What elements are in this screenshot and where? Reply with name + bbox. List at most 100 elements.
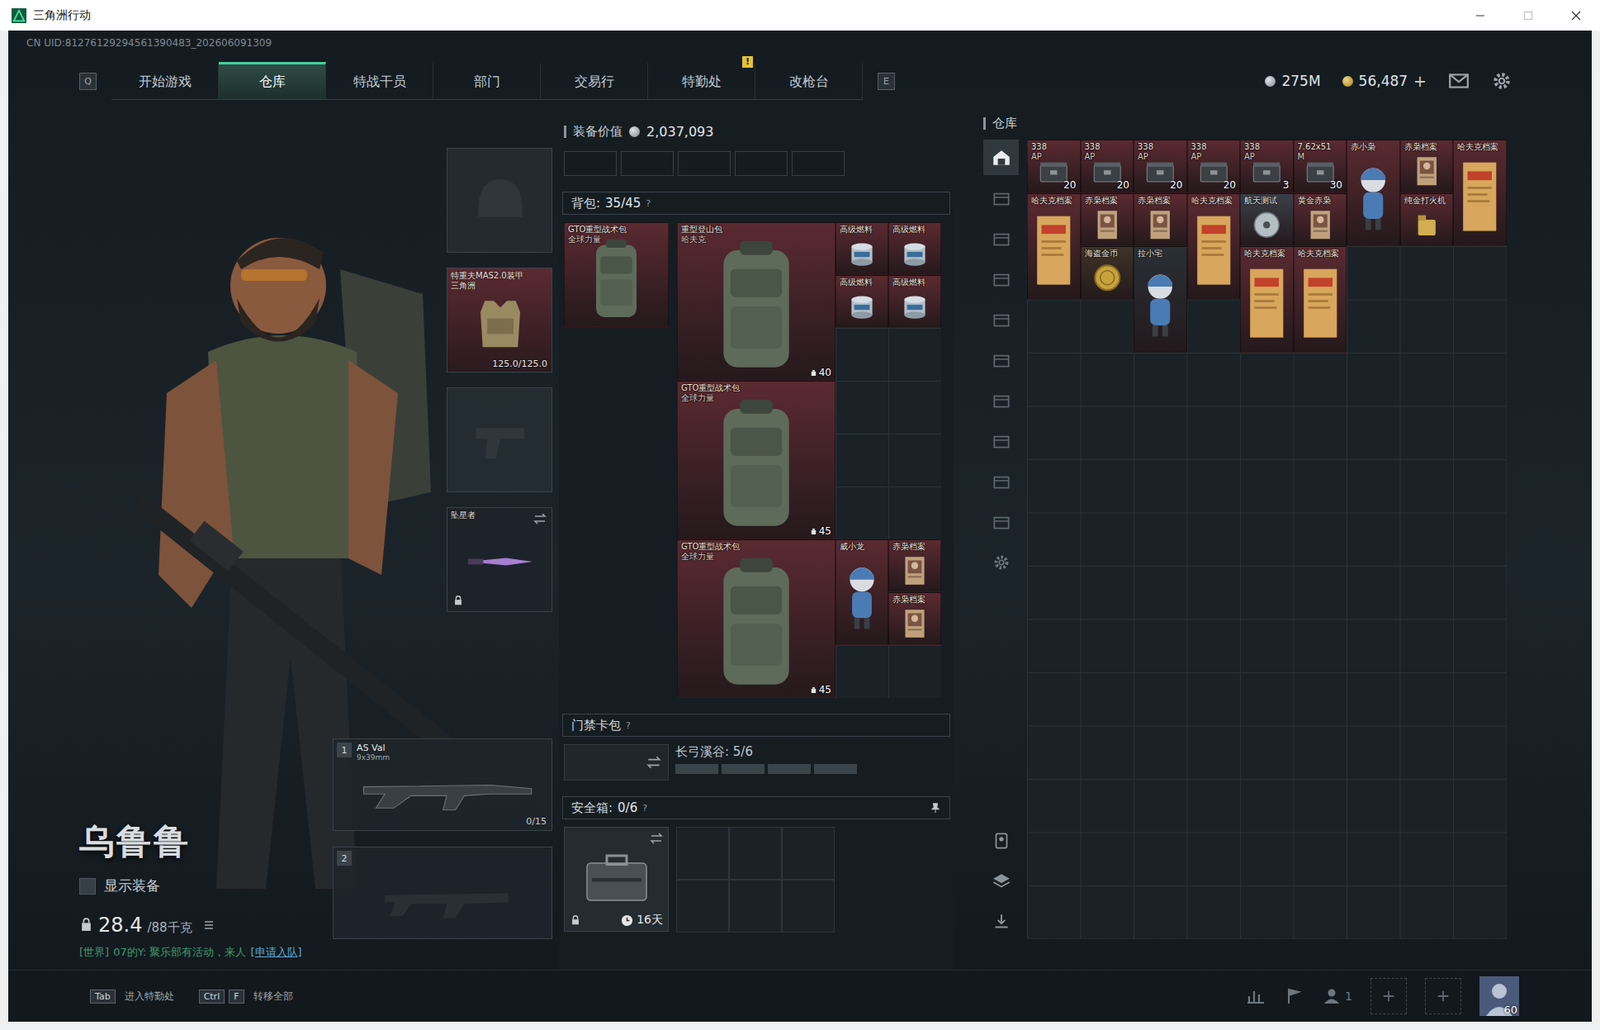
- help-button[interactable]: ?: [645, 198, 651, 209]
- flag-icon[interactable]: [1283, 985, 1304, 1006]
- sidebar-button[interactable]: [983, 382, 1019, 418]
- inventory-item[interactable]: 威小龙: [835, 539, 889, 645]
- inventory-item[interactable]: 黄金赤枭: [1293, 193, 1348, 247]
- sidebar-button[interactable]: [983, 341, 1019, 378]
- helmet-slot[interactable]: [446, 147, 553, 253]
- inventory-item[interactable]: 高级燃料: [835, 222, 889, 275]
- inventory-item[interactable]: 哈夫克档案: [1240, 246, 1294, 353]
- sidebar-button[interactable]: [983, 260, 1019, 297]
- inventory-item[interactable]: 赤枭档案: [888, 591, 942, 645]
- key-hint[interactable]: Tab进入特勤处: [89, 989, 175, 1004]
- help-button[interactable]: ?: [642, 802, 648, 814]
- swap-icon[interactable]: [649, 831, 663, 845]
- inventory-item[interactable]: 赤枭档案: [888, 539, 942, 592]
- mail-icon[interactable]: [1448, 70, 1470, 92]
- quick-slot[interactable]: [677, 151, 731, 176]
- quick-slot[interactable]: [734, 151, 788, 176]
- pistol-slot[interactable]: [446, 387, 553, 493]
- help-button[interactable]: ?: [625, 719, 631, 731]
- secure-case-cell[interactable]: [676, 826, 729, 880]
- inventory-item[interactable]: 赤枭档案: [1400, 139, 1454, 194]
- keycard-mark[interactable]: [767, 763, 811, 774]
- inventory-item[interactable]: 高级燃料: [888, 222, 942, 275]
- sidebar-button[interactable]: [983, 544, 1019, 580]
- key-hint[interactable]: CtrlF转移全部: [198, 989, 294, 1004]
- swap-icon[interactable]: [533, 511, 547, 526]
- quick-slot[interactable]: [620, 151, 674, 176]
- nav-tab[interactable]: 交易行: [540, 61, 649, 100]
- keycard-mark[interactable]: [721, 763, 765, 774]
- show-gear-toggle[interactable]: 显示装备: [79, 875, 333, 895]
- inventory-item[interactable]: 哈夫克档案: [1293, 246, 1348, 353]
- keycard-case-slot[interactable]: [563, 743, 669, 781]
- invite-slot[interactable]: [1370, 977, 1407, 1014]
- keycard-mark[interactable]: [675, 763, 719, 774]
- secure-case-cell[interactable]: [781, 826, 835, 880]
- minimize-button[interactable]: [1456, 0, 1505, 31]
- sidebar-button[interactable]: [983, 139, 1019, 176]
- inventory-item[interactable]: 赤枭档案: [1080, 193, 1135, 247]
- pin-icon[interactable]: [929, 801, 942, 814]
- sidebar-button[interactable]: [983, 220, 1019, 256]
- inventory-item[interactable]: 338AP20: [1027, 139, 1081, 194]
- secure-case-cell[interactable]: [728, 879, 782, 933]
- sidebar-tool-button[interactable]: [983, 862, 1019, 899]
- inventory-item[interactable]: 哈夫克档案: [1453, 139, 1507, 247]
- secure-case-cell[interactable]: [676, 879, 729, 933]
- secure-case-cell[interactable]: [781, 879, 835, 933]
- inventory-item[interactable]: 航天测试: [1240, 193, 1294, 247]
- add-currency-button[interactable]: +: [1413, 71, 1427, 90]
- sidebar-button[interactable]: [983, 301, 1019, 337]
- inventory-item[interactable]: GTO重型战术包全球力量45: [676, 539, 836, 698]
- stats-chart-icon[interactable]: [1245, 985, 1266, 1006]
- weapon-slot[interactable]: 1AS Val9x39mm0/15: [332, 738, 553, 831]
- invite-slot[interactable]: [1424, 977, 1462, 1014]
- inventory-item[interactable]: 赤小枭: [1346, 139, 1401, 247]
- player-avatar[interactable]: 60: [1479, 975, 1520, 1016]
- inventory-item[interactable]: 海盗金币: [1080, 246, 1135, 300]
- nav-tab[interactable]: 特战干员: [326, 61, 434, 100]
- secure-case-cell[interactable]: [728, 826, 782, 880]
- settings-gear-icon[interactable]: [1491, 70, 1513, 92]
- inventory-item[interactable]: 哈夫克档案: [1187, 193, 1241, 300]
- inventory-item[interactable]: 高级燃料: [835, 274, 889, 328]
- sidebar-button[interactable]: [983, 463, 1019, 499]
- secure-case-slot[interactable]: 16天: [563, 826, 669, 932]
- nav-right-key[interactable]: E: [877, 72, 895, 90]
- nav-tab[interactable]: 开始游戏: [111, 61, 219, 100]
- sidebar-button[interactable]: [983, 422, 1019, 459]
- inventory-item[interactable]: 高级燃料: [888, 274, 942, 328]
- keycard-mark[interactable]: [814, 763, 857, 774]
- inventory-item[interactable]: 338AP20: [1187, 139, 1241, 194]
- inventory-item[interactable]: 338AP3: [1240, 139, 1294, 194]
- sidebar-tool-button[interactable]: [983, 822, 1019, 858]
- inventory-item[interactable]: 赤枭档案: [1133, 193, 1188, 247]
- maximize-button[interactable]: [1504, 0, 1553, 31]
- list-icon[interactable]: [202, 918, 216, 932]
- quick-slot[interactable]: [563, 151, 617, 176]
- show-gear-checkbox[interactable]: [79, 877, 96, 895]
- armor-slot[interactable]: 特重夫MAS2.0装甲三角洲125.0/125.0: [446, 267, 553, 373]
- nav-tab[interactable]: 特勤处!: [648, 61, 756, 100]
- inventory-item[interactable]: 哈夫克档案: [1027, 193, 1081, 300]
- weapon-slot[interactable]: 2: [332, 846, 553, 939]
- inventory-item[interactable]: GTO重型战术包全球力量: [563, 222, 669, 327]
- swap-icon[interactable]: [646, 754, 662, 770]
- nav-tab[interactable]: 改枪台: [755, 61, 863, 100]
- chat-join-link[interactable]: [申请入队]: [250, 944, 302, 960]
- quick-slot[interactable]: [791, 151, 845, 176]
- inventory-item[interactable]: 重型登山包哈夫克40: [676, 222, 836, 381]
- inventory-item[interactable]: 拉小宅: [1133, 246, 1188, 353]
- close-button[interactable]: [1552, 0, 1600, 31]
- inventory-item[interactable]: 纯金打火机: [1400, 193, 1454, 247]
- sidebar-tool-button[interactable]: [983, 903, 1019, 939]
- squad-button[interactable]: 1: [1321, 985, 1353, 1006]
- inventory-item[interactable]: GTO重型战术包全球力量45: [676, 380, 836, 540]
- inventory-item[interactable]: 7.62x51M30: [1293, 139, 1348, 194]
- inventory-item[interactable]: 338AP20: [1080, 139, 1135, 194]
- nav-tab[interactable]: 仓库: [218, 61, 327, 100]
- nav-tab[interactable]: 部门: [433, 61, 541, 100]
- nav-left-key[interactable]: Q: [79, 72, 97, 90]
- sidebar-button[interactable]: [983, 503, 1019, 540]
- inventory-item[interactable]: 338AP20: [1133, 139, 1188, 194]
